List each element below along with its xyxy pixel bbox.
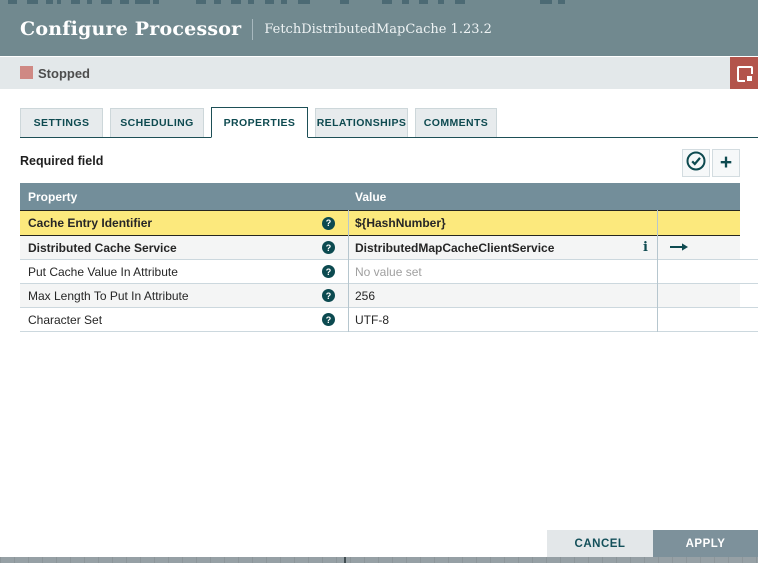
required-field-label: Required field (20, 154, 104, 168)
tab-settings[interactable]: SETTINGS (20, 108, 103, 137)
question-circle-icon[interactable]: ? (322, 289, 335, 302)
sticky-note-icon (737, 66, 754, 83)
checkmark-circle-icon (685, 150, 707, 177)
status-bar: Stopped (0, 57, 758, 89)
question-circle-icon[interactable]: ? (322, 241, 335, 254)
tab-relationships[interactable]: RELATIONSHIPS (315, 108, 408, 137)
properties-table: Property Value Cache Entry Identifier ? … (20, 183, 758, 332)
property-value[interactable]: ${HashNumber} (355, 216, 446, 230)
question-circle-icon[interactable]: ? (322, 216, 335, 230)
column-divider (348, 210, 349, 332)
dialog-tabs: SETTINGS SCHEDULING PROPERTIES RELATIONS… (20, 107, 758, 138)
plus-icon: + (719, 150, 733, 174)
cancel-button[interactable]: CANCEL (547, 530, 653, 557)
tab-comments[interactable]: COMMENTS (415, 108, 497, 137)
question-circle-icon[interactable]: ? (322, 265, 335, 278)
title-divider (252, 18, 254, 40)
question-circle-icon[interactable]: ? (322, 313, 335, 326)
table-row[interactable]: Cache Entry Identifier ? ${HashNumber} (20, 210, 740, 236)
column-header-property: Property (28, 189, 78, 204)
title-row: Configure Processor FetchDistributedMapC… (20, 18, 492, 40)
table-header: Property Value (20, 183, 740, 210)
property-name: Max Length To Put In Attribute (28, 288, 189, 303)
property-name: Cache Entry Identifier (28, 216, 153, 230)
apply-button[interactable]: APPLY (653, 530, 758, 557)
column-header-value: Value (355, 189, 387, 204)
dialog-title: Configure Processor (20, 18, 242, 40)
canvas-grid-mark (344, 557, 346, 563)
property-value[interactable]: UTF-8 (355, 313, 389, 327)
column-divider (657, 210, 658, 332)
tab-scheduling[interactable]: SCHEDULING (110, 108, 204, 137)
dialog-header: Configure Processor FetchDistributedMapC… (0, 0, 758, 56)
property-value[interactable]: DistributedMapCacheClientService (355, 241, 554, 255)
stopped-status-icon (20, 66, 33, 79)
bulletin-indicator[interactable] (730, 57, 758, 89)
property-value[interactable]: No value set (355, 265, 422, 279)
table-row[interactable]: Max Length To Put In Attribute ? 256 (20, 284, 758, 308)
background-canvas-strip (0, 557, 758, 563)
add-property-button[interactable]: + (712, 149, 740, 177)
verify-properties-button[interactable] (682, 149, 710, 177)
tab-properties[interactable]: PROPERTIES (211, 107, 308, 138)
property-name: Character Set (28, 312, 103, 327)
go-to-service-button[interactable] (669, 241, 689, 255)
property-name: Distributed Cache Service (28, 240, 177, 255)
processor-name-version: FetchDistributedMapCache 1.23.2 (264, 21, 492, 37)
property-value[interactable]: 256 (355, 289, 375, 303)
property-name: Put Cache Value In Attribute (28, 264, 178, 279)
info-icon[interactable]: i (643, 240, 648, 255)
table-row[interactable]: Distributed Cache Service ? DistributedM… (20, 236, 758, 260)
table-row[interactable]: Put Cache Value In Attribute ? No value … (20, 260, 758, 284)
status-label: Stopped (38, 65, 90, 81)
table-row[interactable]: Character Set ? UTF-8 (20, 308, 758, 332)
